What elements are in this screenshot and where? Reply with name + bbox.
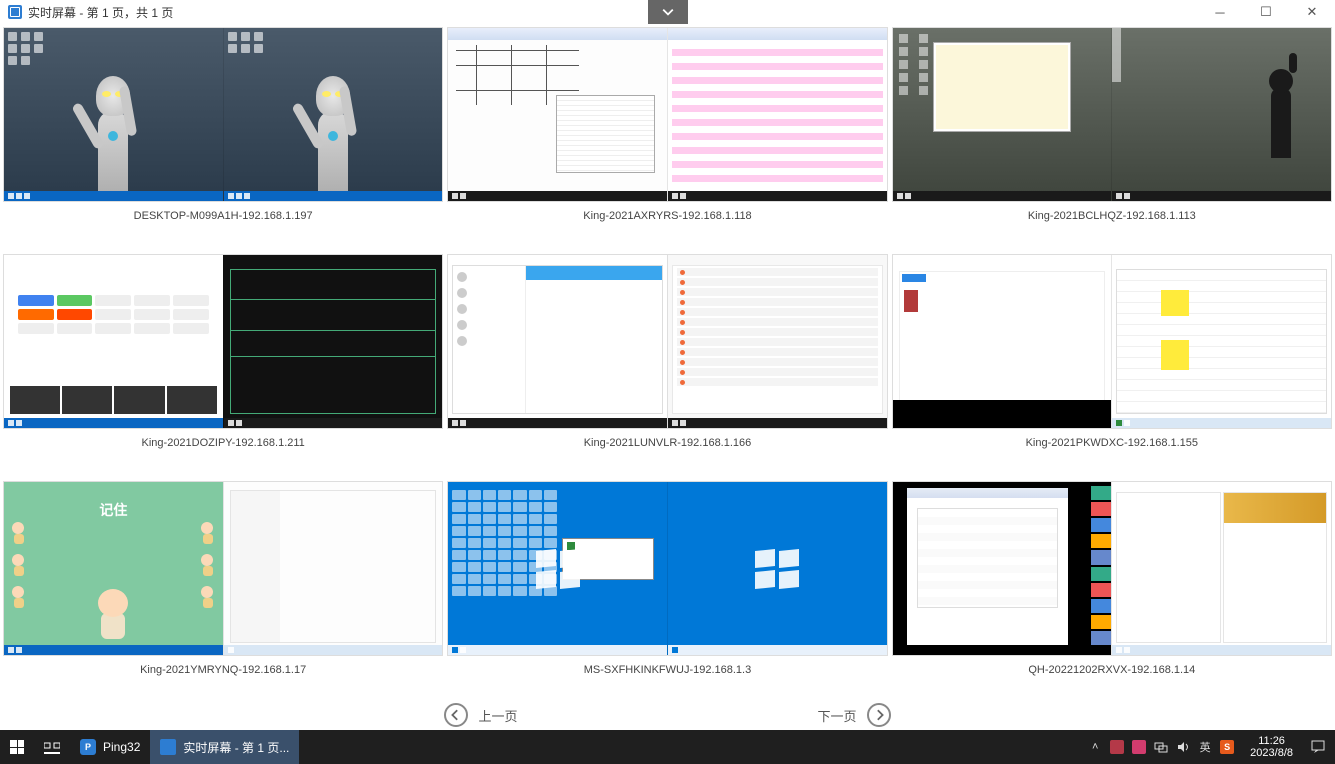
screen-thumbnail[interactable] — [892, 481, 1332, 656]
next-label: 下一页 — [818, 706, 857, 725]
screen-label: King-2021YMRYNQ-192.168.1.17 — [3, 656, 443, 688]
arrow-right-icon — [867, 703, 891, 727]
notification-icon — [1310, 739, 1326, 755]
screen-label: King-2021DOZIPY-192.168.1.211 — [3, 429, 443, 461]
cartoon-title: 记住 — [99, 500, 127, 520]
taskbar-app-realtime[interactable]: 实时屏幕 - 第 1 页... — [150, 730, 299, 764]
screen-thumbnail[interactable] — [447, 254, 887, 429]
screen-label: DESKTOP-M099A1H-192.168.1.197 — [3, 202, 443, 234]
screen-thumbnail[interactable]: 记住 — [3, 481, 443, 656]
screen-cell: King-2021DOZIPY-192.168.1.211 — [3, 254, 443, 477]
screen-cell: King-2021PKWDXC-192.168.1.155 — [892, 254, 1332, 477]
next-page-button[interactable]: 下一页 — [818, 703, 891, 727]
system-tray: ˄ 英 S — [1080, 740, 1242, 754]
titlebar: 实时屏幕 - 第 1 页，共 1 页 ─ ☐ ✕ — [0, 0, 1335, 24]
screen-thumbnail[interactable] — [447, 27, 887, 202]
tray-app-icon[interactable] — [1110, 740, 1124, 754]
screen-grid: DESKTOP-M099A1H-192.168.1.197 King-2021A… — [0, 24, 1335, 704]
task-view-icon — [44, 739, 60, 755]
screen-cell: King-2021LUNVLR-192.168.1.166 — [447, 254, 887, 477]
screen-thumbnail[interactable] — [3, 254, 443, 429]
volume-icon[interactable] — [1176, 740, 1190, 754]
action-center-button[interactable] — [1301, 739, 1335, 755]
task-view-button[interactable] — [34, 730, 70, 764]
screen-cell: 记住 King-2021YMRYNQ-192.168.1.17 — [3, 481, 443, 704]
taskbar: P Ping32 实时屏幕 - 第 1 页... ˄ 英 S 11:26 202… — [0, 730, 1335, 764]
screen-label: King-2021PKWDXC-192.168.1.155 — [892, 429, 1332, 461]
monitor-icon — [160, 739, 176, 755]
title-dropdown-button[interactable] — [648, 0, 688, 24]
chevron-down-icon — [662, 6, 674, 18]
maximize-button[interactable]: ☐ — [1243, 0, 1289, 24]
taskbar-clock[interactable]: 11:26 2023/8/8 — [1242, 735, 1301, 759]
tray-chevron-icon[interactable]: ˄ — [1088, 740, 1102, 754]
taskbar-app-ping32[interactable]: P Ping32 — [70, 730, 150, 764]
network-icon[interactable] — [1154, 740, 1168, 754]
screen-label: MS-SXFHKINKFWUJ-192.168.1.3 — [447, 656, 887, 688]
window-title: 实时屏幕 - 第 1 页，共 1 页 — [28, 4, 173, 21]
start-button[interactable] — [0, 730, 34, 764]
ping32-icon: P — [80, 739, 96, 755]
ime-indicator[interactable]: 英 — [1198, 740, 1212, 754]
screen-cell: King-2021AXRYRS-192.168.1.118 — [447, 27, 887, 250]
screen-thumbnail[interactable] — [892, 27, 1332, 202]
arrow-left-icon — [444, 703, 468, 727]
screen-label: QH-20221202RXVX-192.168.1.14 — [892, 656, 1332, 688]
screen-label: King-2021AXRYRS-192.168.1.118 — [447, 202, 887, 234]
app-icon — [8, 5, 22, 19]
clock-date: 2023/8/8 — [1250, 747, 1293, 759]
close-button[interactable]: ✕ — [1289, 0, 1335, 24]
screen-cell: MS-SXFHKINKFWUJ-192.168.1.3 — [447, 481, 887, 704]
screen-cell: QH-20221202RXVX-192.168.1.14 — [892, 481, 1332, 704]
windows-icon — [10, 740, 24, 754]
sogou-ime-icon[interactable]: S — [1220, 740, 1234, 754]
prev-label: 上一页 — [478, 706, 517, 725]
tray-app-icon[interactable] — [1132, 740, 1146, 754]
clock-time: 11:26 — [1250, 735, 1293, 747]
screen-thumbnail[interactable] — [447, 481, 887, 656]
screen-cell: DESKTOP-M099A1H-192.168.1.197 — [3, 27, 443, 250]
taskbar-app-label: Ping32 — [103, 740, 140, 754]
screen-cell: King-2021BCLHQZ-192.168.1.113 — [892, 27, 1332, 250]
screen-label: King-2021LUNVLR-192.168.1.166 — [447, 429, 887, 461]
screen-label: King-2021BCLHQZ-192.168.1.113 — [892, 202, 1332, 234]
minimize-button[interactable]: ─ — [1197, 0, 1243, 24]
prev-page-button[interactable]: 上一页 — [444, 703, 517, 727]
pager: 上一页 下一页 — [0, 700, 1335, 730]
screen-thumbnail[interactable] — [892, 254, 1332, 429]
window-controls: ─ ☐ ✕ — [1197, 0, 1335, 24]
taskbar-app-label: 实时屏幕 - 第 1 页... — [183, 739, 289, 756]
screen-thumbnail[interactable] — [3, 27, 443, 202]
